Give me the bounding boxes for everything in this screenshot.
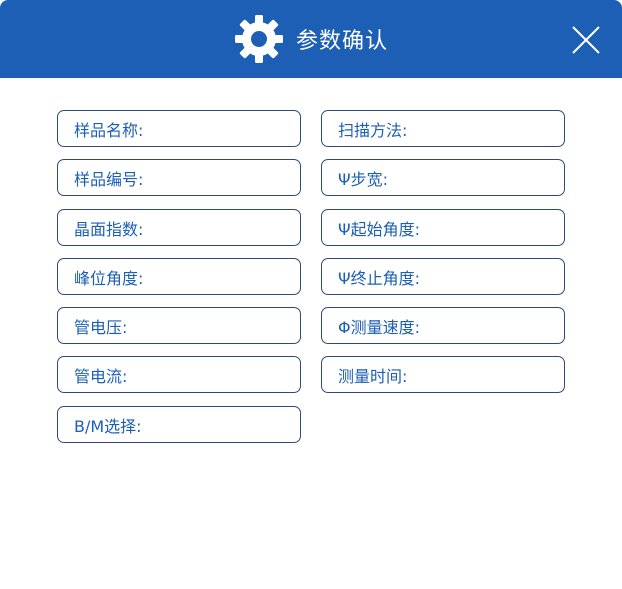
tube-voltage-label: 管电压:: [74, 317, 128, 337]
bm-selection-field[interactable]: B/M选择:: [57, 406, 301, 443]
dialog-header: 参数确认: [0, 0, 622, 78]
tube-current-label: 管电流:: [74, 366, 128, 386]
psi-step-field[interactable]: Ψ步宽:: [321, 159, 565, 196]
sample-name-field[interactable]: 样品名称:: [57, 110, 301, 147]
close-icon[interactable]: [570, 24, 602, 56]
title-group: 参数确认: [0, 0, 622, 78]
peak-angle-field[interactable]: 峰位角度:: [57, 258, 301, 295]
peak-angle-label: 峰位角度:: [74, 268, 144, 288]
crystal-plane-index-label: 晶面指数:: [74, 219, 144, 239]
psi-start-angle-field[interactable]: Ψ起始角度:: [321, 209, 565, 246]
sample-number-label: 样品编号:: [74, 169, 144, 189]
parameter-confirm-dialog: 参数确认 样品名称: 样品编号: 晶面指数: 峰位角度: 管电压: 管电流: B…: [0, 0, 622, 589]
psi-step-label: Ψ步宽:: [338, 169, 388, 189]
gear-icon: [234, 15, 283, 63]
sample-number-field[interactable]: 样品编号:: [57, 159, 301, 196]
bm-selection-label: B/M选择:: [74, 416, 142, 436]
tube-current-field[interactable]: 管电流:: [57, 356, 301, 393]
tube-voltage-field[interactable]: 管电压:: [57, 307, 301, 344]
measure-time-field[interactable]: 测量时间:: [321, 356, 565, 393]
phi-measure-speed-field[interactable]: Φ测量速度:: [321, 307, 565, 344]
psi-end-angle-label: Ψ终止角度:: [338, 268, 420, 288]
measure-time-label: 测量时间:: [338, 366, 408, 386]
dialog-title: 参数确认: [295, 29, 388, 54]
sample-name-label: 样品名称:: [74, 120, 144, 140]
crystal-plane-index-field[interactable]: 晶面指数:: [57, 209, 301, 246]
scan-method-label: 扫描方法:: [338, 120, 408, 140]
scan-method-field[interactable]: 扫描方法:: [321, 110, 565, 147]
psi-end-angle-field[interactable]: Ψ终止角度:: [321, 258, 565, 295]
phi-measure-speed-label: Φ测量速度:: [338, 317, 420, 337]
psi-start-angle-label: Ψ起始角度:: [338, 219, 420, 239]
